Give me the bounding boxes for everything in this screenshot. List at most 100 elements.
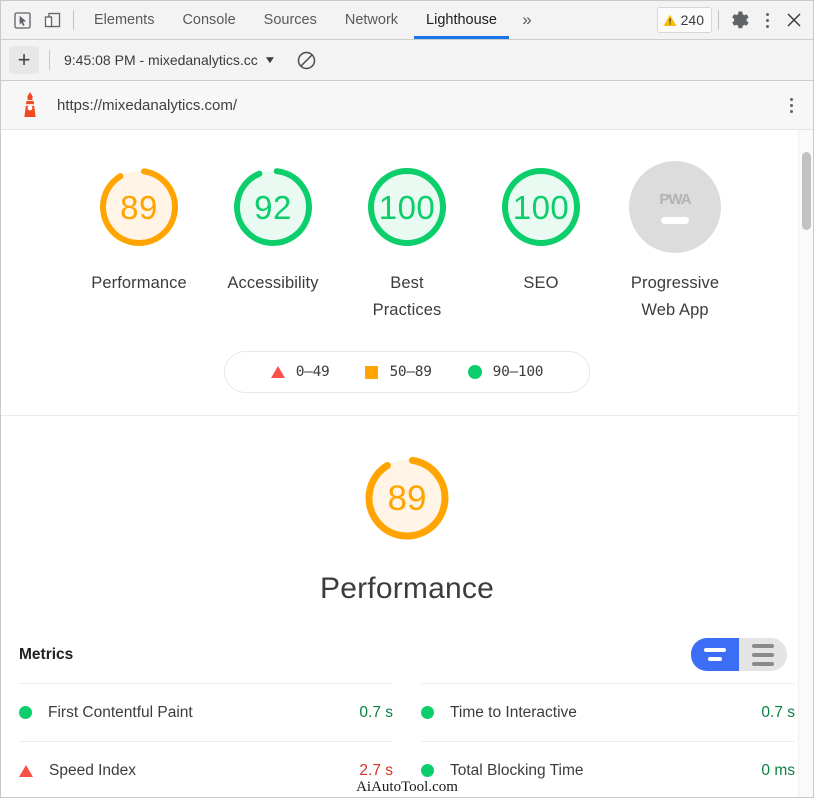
detailed-view-toggle[interactable]: [739, 638, 787, 672]
close-icon[interactable]: [779, 5, 809, 35]
gauge-label-best-practices: Best Practices: [373, 270, 442, 323]
score-legend-wrapper: 0–49 50–89 90–100: [1, 351, 813, 394]
gauge-ring-seo: 100: [494, 160, 588, 254]
plus-icon: +: [17, 47, 31, 72]
report-header: https://mixedanalytics.com/: [1, 81, 813, 130]
toggle-line: [704, 648, 726, 653]
metric-value: 2.7 s: [359, 761, 393, 779]
pwa-dash-icon: [661, 216, 689, 224]
pwa-badge-text: PWA: [659, 190, 691, 208]
pwa-badge: PWA: [629, 161, 721, 253]
dot: [765, 18, 769, 22]
devtools-left-icons: [1, 1, 80, 39]
tab-elements[interactable]: Elements: [80, 1, 168, 39]
gauge-ring-pwa: PWA: [628, 160, 722, 254]
tab-label: Lighthouse: [426, 12, 497, 28]
warnings-badge[interactable]: 240: [656, 7, 712, 33]
performance-big-score: 89: [387, 478, 427, 518]
gauge-pwa[interactable]: PWA Progressive Web App: [608, 160, 742, 323]
performance-gauge-wrapper: 89 Performance: [1, 448, 813, 606]
gauge-ring-best-practices: 100: [360, 160, 454, 254]
toggle-line: [752, 652, 774, 657]
simple-view-toggle[interactable]: [691, 638, 739, 672]
report-url: https://mixedanalytics.com/: [57, 96, 238, 114]
toolbar-divider: [73, 10, 74, 30]
label-line-2: Web App: [641, 300, 709, 319]
scrollbar-thumb[interactable]: [802, 152, 811, 230]
devtools-window: Elements Console Sources Network Lightho…: [0, 0, 814, 798]
gauge-best-practices[interactable]: 100 Best Practices: [340, 160, 474, 323]
report-body: 89 Performance 92 Accessibility 100 Best…: [1, 130, 813, 797]
gear-icon[interactable]: [725, 5, 755, 35]
tab-console[interactable]: Console: [168, 1, 249, 39]
triangle-fail-icon: [270, 366, 285, 379]
metrics-title: Metrics: [19, 645, 74, 663]
legend-label-fail: 0–49: [295, 364, 330, 381]
dot: [789, 97, 793, 101]
gauge-label-performance: Performance: [91, 274, 187, 292]
metric-label: Time to Interactive: [450, 703, 577, 721]
gauge-score-seo: 100: [512, 188, 570, 226]
metric-row-time-to-interactive[interactable]: Time to Interactive 0.7 s: [421, 683, 795, 741]
gauge-seo[interactable]: 100 SEO: [474, 160, 608, 297]
dot: [765, 12, 769, 16]
toggle-line: [752, 661, 774, 666]
dot: [789, 109, 793, 113]
clear-reports-button[interactable]: [293, 46, 321, 74]
report-scrollbar[interactable]: [798, 130, 813, 797]
square-average-icon: [365, 365, 379, 379]
metric-value: 0.7 s: [761, 703, 795, 721]
gauge-label-accessibility: Accessibility: [227, 274, 319, 292]
new-audit-button[interactable]: +: [9, 46, 39, 74]
clear-prohibited-icon: [297, 51, 316, 69]
toggle-line: [752, 643, 774, 648]
category-scores-section: 89 Performance 92 Accessibility 100 Best…: [1, 130, 813, 417]
more-tabs-icon[interactable]: »: [511, 1, 543, 39]
devtools-kebab-menu-icon[interactable]: [755, 5, 779, 35]
legend-label-average: 50–89: [389, 364, 432, 381]
warnings-count: 240: [680, 12, 704, 28]
dot: [765, 24, 769, 28]
report-run-selector[interactable]: 9:45:08 PM - mixedanalytics.cc ▼: [60, 49, 279, 71]
gauge-score-accessibility: 92: [254, 188, 292, 226]
metric-row-first-contentful-paint[interactable]: First Contentful Paint 0.7 s: [19, 683, 393, 741]
metric-value: 0.7 s: [359, 703, 393, 721]
devtools-right-icons: 240: [653, 1, 813, 39]
panel-tabs: Elements Console Sources Network Lightho…: [80, 1, 653, 39]
circle-pass-icon: [467, 365, 482, 380]
score-gauges: 89 Performance 92 Accessibility 100 Best…: [1, 160, 813, 323]
inspect-element-icon[interactable]: [7, 5, 37, 35]
circle-pass-icon: [421, 764, 434, 778]
report-kebab-menu-icon[interactable]: [779, 90, 803, 120]
metric-label: Speed Index: [49, 761, 137, 779]
circle-pass-icon: [19, 706, 32, 720]
lighthouse-logo: [24, 92, 36, 117]
toolbar-divider-right: [718, 10, 719, 30]
metric-label: Total Blocking Time: [450, 761, 584, 779]
tab-sources[interactable]: Sources: [250, 1, 331, 39]
metrics-header: Metrics: [1, 606, 813, 672]
more-tabs-glyph: »: [522, 10, 532, 29]
performance-category-section: 89 Performance Metrics First Contentful …: [1, 416, 813, 797]
triangle-fail-icon: [19, 764, 33, 777]
tab-network[interactable]: Network: [331, 1, 412, 39]
label-line-2: Practices: [372, 300, 442, 319]
tab-label: Network: [344, 12, 399, 28]
warning-triangle-icon: [663, 14, 677, 26]
toggle-line: [708, 657, 722, 662]
device-toolbar-icon[interactable]: [37, 5, 67, 35]
performance-big-gauge: 89: [357, 448, 457, 548]
legend-item-average: 50–89: [347, 364, 449, 380]
gauge-performance[interactable]: 89 Performance: [72, 160, 206, 297]
gauge-accessibility[interactable]: 92 Accessibility: [206, 160, 340, 297]
toolbar-divider: [49, 50, 50, 70]
tab-lighthouse[interactable]: Lighthouse: [412, 1, 511, 39]
gauge-ring-performance: 89: [92, 160, 186, 254]
label-line-1: Best: [390, 274, 424, 292]
devtools-tab-bar: Elements Console Sources Network Lightho…: [1, 1, 813, 40]
performance-category-title: Performance: [320, 572, 494, 606]
gauge-label-pwa: Progressive Web App: [631, 270, 719, 323]
watermark: AiAutoTool.com: [356, 779, 458, 795]
report-run-label: 9:45:08 PM - mixedanalytics.cc: [64, 52, 258, 68]
legend-label-pass: 90–100: [492, 364, 544, 381]
